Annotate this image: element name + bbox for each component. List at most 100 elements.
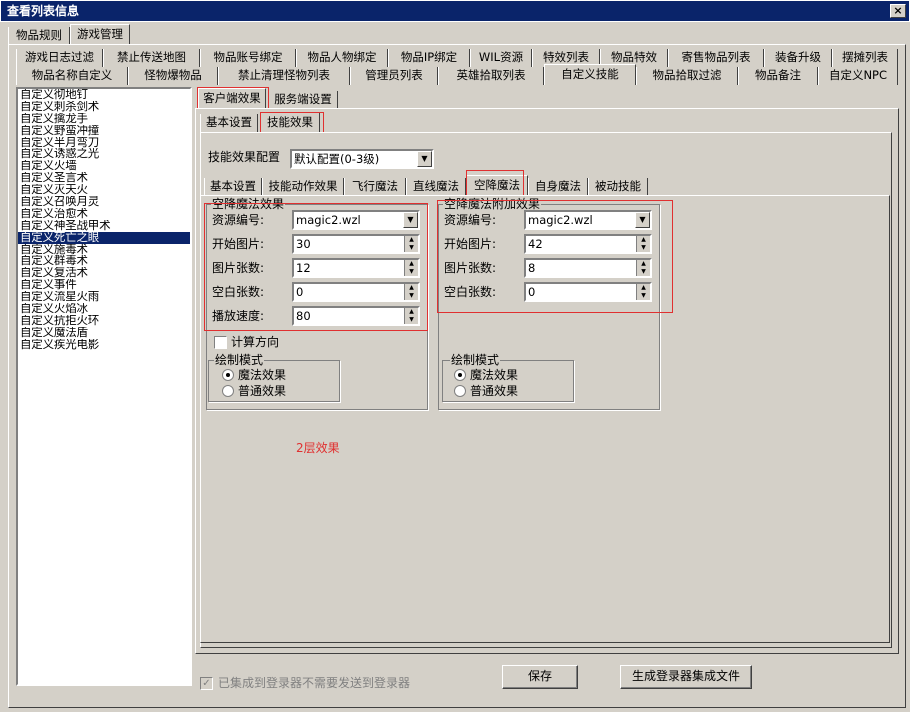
tab-item-notes[interactable]: 物品备注 (738, 67, 818, 85)
annotation-text: 2层效果 (296, 441, 340, 455)
chevron-down-icon[interactable]: ▼ (403, 212, 418, 228)
config-dropdown[interactable]: 默认配置(0-3级) ▼ (290, 149, 434, 169)
tab-no-clear-monsters[interactable]: 禁止清理怪物列表 (218, 67, 350, 85)
tab-custom-npc[interactable]: 自定义NPC (818, 67, 898, 85)
list-item[interactable]: 自定义彻地钉 (18, 89, 190, 101)
tab-passive-skills[interactable]: 被动技能 (588, 178, 648, 196)
tab-basic-settings[interactable]: 基本设置 (200, 114, 258, 132)
chevron-down-icon[interactable]: ▼ (417, 151, 432, 167)
field-value: 8 (528, 261, 536, 275)
tab-magic-basic[interactable]: 基本设置 (204, 178, 262, 196)
spinner-arrows-icon[interactable]: ▲ ▼ (636, 236, 650, 252)
image-count-stepper[interactable]: 12 ▲ ▼ (292, 258, 420, 278)
radio-label: 魔法效果 (238, 368, 287, 382)
field-label: 资源编号: (212, 213, 265, 227)
extra-resource-id-dropdown[interactable]: magic2.wzl ▼ (524, 210, 652, 230)
radio-magic-effect[interactable] (222, 369, 234, 381)
radio-normal-effect[interactable] (222, 385, 234, 397)
list-item[interactable]: 自定义擒龙手 (18, 113, 190, 125)
list-item[interactable]: 自定义火焰冰 (18, 303, 190, 315)
field-label: 播放速度: (212, 309, 265, 323)
spinner-arrows-icon[interactable]: ▲ ▼ (636, 260, 650, 276)
list-item[interactable]: 自定义复活术 (18, 267, 190, 279)
list-item[interactable]: 自定义半月弯刀 (18, 137, 190, 149)
list-item[interactable]: 自定义施毒术 (18, 244, 190, 256)
list-item[interactable]: 自定义抗拒火环 (18, 315, 190, 327)
tab-flying-magic[interactable]: 飞行魔法 (344, 178, 406, 196)
title-bar: 查看列表信息 × (0, 0, 910, 22)
spinner-arrows-icon[interactable]: ▲ ▼ (404, 236, 418, 252)
extra-image-count-stepper[interactable]: 8 ▲ ▼ (524, 258, 652, 278)
radio-extra-magic-effect[interactable] (454, 369, 466, 381)
list-item[interactable]: 自定义魔法盾 (18, 327, 190, 339)
resource-id-dropdown[interactable]: magic2.wzl ▼ (292, 210, 420, 230)
tab-item-account-bind[interactable]: 物品账号绑定 (200, 49, 296, 67)
spinner-arrows-icon[interactable]: ▲ ▼ (404, 260, 418, 276)
extra-draw-mode-title: 绘制模式 (450, 353, 501, 367)
list-item[interactable]: 自定义火墙 (18, 160, 190, 172)
list-item[interactable]: 自定义疾光电影 (18, 339, 190, 351)
highlight-box (260, 112, 324, 133)
field-value: 80 (296, 309, 311, 323)
skill-list[interactable]: 自定义彻地钉 自定义刺杀剑术 自定义擒龙手 自定义野蛮冲撞 自定义半月弯刀 自定… (16, 87, 192, 686)
field-value: magic2.wzl (296, 213, 361, 227)
tab-consign-items[interactable]: 寄售物品列表 (668, 49, 764, 67)
config-value: 默认配置(0-3级) (294, 152, 380, 166)
tab-server-settings[interactable]: 服务端设置 (268, 91, 338, 109)
spinner-arrows-icon[interactable]: ▲ ▼ (404, 284, 418, 300)
list-item[interactable]: 自定义诱惑之光 (18, 148, 190, 160)
extra-start-image-stepper[interactable]: 42 ▲ ▼ (524, 234, 652, 254)
calc-direction-label: 计算方向 (231, 335, 280, 349)
tab-item-char-bind[interactable]: 物品人物绑定 (296, 49, 388, 67)
integrated-checkbox[interactable]: ✓ (200, 677, 213, 690)
spinner-arrows-icon[interactable]: ▲ ▼ (636, 284, 650, 300)
field-value: 42 (528, 237, 543, 251)
save-button[interactable]: 保存 (502, 665, 578, 689)
tab-game-log-filter[interactable]: 游戏日志过滤 (16, 49, 103, 67)
tab-monster-drops[interactable]: 怪物爆物品 (128, 67, 218, 85)
radio-label: 普通效果 (238, 384, 287, 398)
list-item[interactable]: 自定义圣言术 (18, 172, 190, 184)
tab-game-management[interactable]: 游戏管理 (70, 24, 130, 44)
window-title: 查看列表信息 (7, 4, 80, 18)
tab-item-rules[interactable]: 物品规则 (8, 27, 70, 45)
tab-equip-upgrade[interactable]: 装备升级 (764, 49, 832, 67)
tab-item-name-custom[interactable]: 物品名称自定义 (16, 67, 128, 85)
close-icon[interactable]: × (890, 4, 906, 18)
list-item[interactable]: 自定义灭天火 (18, 184, 190, 196)
list-item[interactable]: 自定义事件 (18, 279, 190, 291)
list-item[interactable]: 自定义群毒术 (18, 255, 190, 267)
tab-custom-skills[interactable]: 自定义技能 (544, 64, 636, 85)
highlight-box (197, 87, 269, 109)
tab-self-magic[interactable]: 自身魔法 (528, 178, 588, 196)
list-item[interactable]: 自定义刺杀剑术 (18, 101, 190, 113)
generate-launcher-file-button[interactable]: 生成登录器集成文件 (620, 665, 752, 689)
play-speed-stepper[interactable]: 80 ▲ ▼ (292, 306, 420, 326)
extra-blank-count-stepper[interactable]: 0 ▲ ▼ (524, 282, 652, 302)
list-item[interactable]: 自定义流星火雨 (18, 291, 190, 303)
tab-linear-magic[interactable]: 直线魔法 (406, 178, 466, 196)
list-item[interactable]: 自定义召唤月灵 (18, 196, 190, 208)
list-item[interactable]: 自定义神圣战甲术 (18, 220, 190, 232)
list-item-selected[interactable]: 自定义死亡之眼 (18, 231, 190, 244)
field-label: 图片张数: (444, 261, 497, 275)
tab-no-teleport-map[interactable]: 禁止传送地图 (103, 49, 200, 67)
tab-wil-resources[interactable]: WIL资源 (470, 49, 532, 67)
tab-admin-list[interactable]: 管理员列表 (350, 67, 438, 85)
tab-hero-pickup[interactable]: 英雄拾取列表 (438, 67, 544, 85)
tab-action-effects[interactable]: 技能动作效果 (262, 178, 344, 196)
list-item[interactable]: 自定义治愈术 (18, 208, 190, 220)
tab-item-ip-bind[interactable]: 物品IP绑定 (388, 49, 470, 67)
blank-count-stepper[interactable]: 0 ▲ ▼ (292, 282, 420, 302)
spinner-arrows-icon[interactable]: ▲ ▼ (404, 308, 418, 324)
tab-stall-list[interactable]: 摆摊列表 (832, 49, 898, 67)
radio-extra-normal-effect[interactable] (454, 385, 466, 397)
radio-label: 魔法效果 (470, 368, 519, 382)
tab-item-pickup-filter[interactable]: 物品拾取过滤 (636, 67, 738, 85)
list-item[interactable]: 自定义野蛮冲撞 (18, 125, 190, 137)
field-value: 30 (296, 237, 311, 251)
chevron-down-icon[interactable]: ▼ (635, 212, 650, 228)
calc-direction-checkbox[interactable] (214, 336, 227, 349)
field-label: 图片张数: (212, 261, 265, 275)
start-image-stepper[interactable]: 30 ▲ ▼ (292, 234, 420, 254)
